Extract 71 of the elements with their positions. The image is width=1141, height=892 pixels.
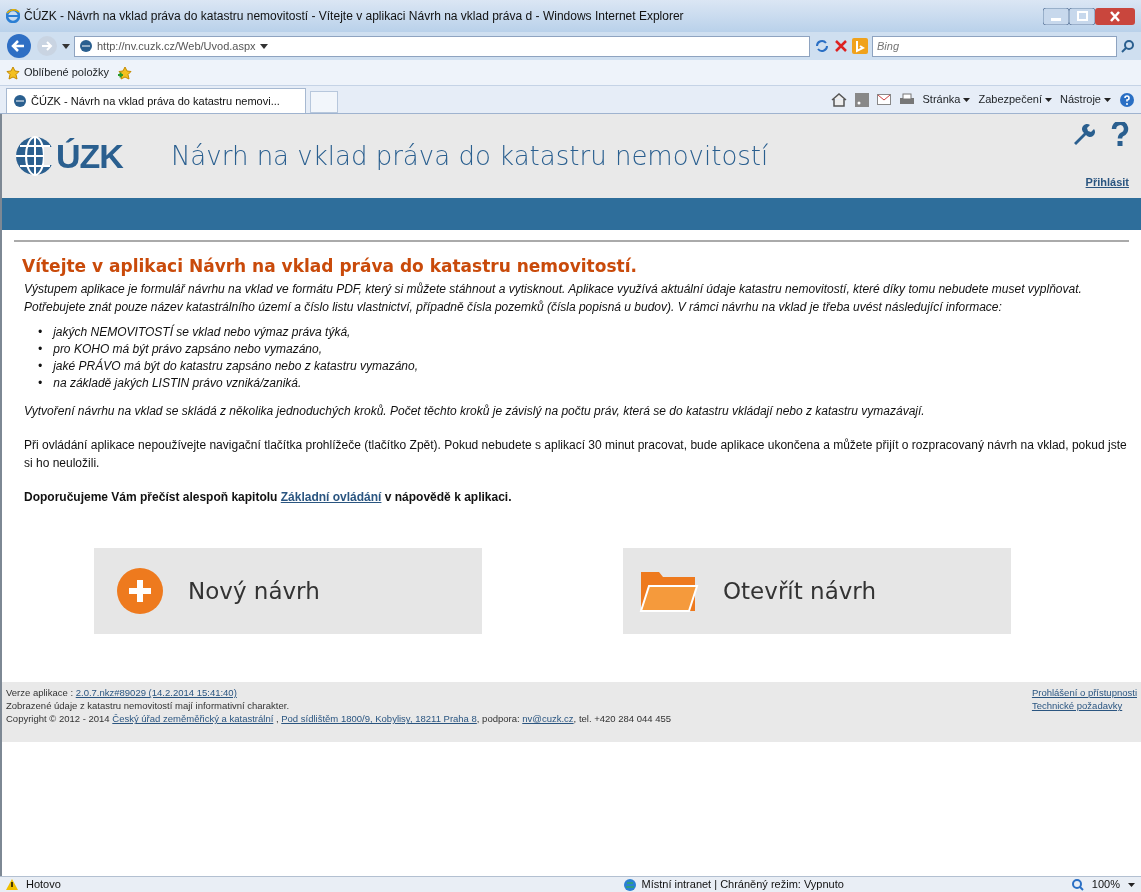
menu-button[interactable]: Nástroje (1060, 91, 1111, 108)
search-field[interactable]: Bing (872, 35, 1117, 57)
recommendation-paragraph: Doporučujeme Vám přečíst alespoň kapitolu Základní ovládání v nápovědě k aplikaci. (24, 489, 513, 507)
zoom-level[interactable]: 100% (1091, 876, 1120, 892)
warning-icon (6, 879, 18, 890)
caret-icon (963, 98, 971, 103)
security-zone-text: Místní intranet | Chráněný režim: Vypnuto (641, 877, 844, 892)
footer-link[interactable]: Pod sídlištěm 1800/9, Kobylisy, 18211 Praha 8 (281, 713, 477, 725)
stop-icon[interactable] (834, 39, 848, 53)
star-icon (6, 65, 20, 80)
bullet-item: pro KOHO má být právo zapsáno nebo vymazáno, (53, 341, 323, 358)
menu-button[interactable]: Stránka (922, 91, 971, 108)
menu-button[interactable]: Zabezpečení (978, 91, 1053, 108)
steps-paragraph: Vytvoření návrhu na vklad se skládá z několika jednoduchých kroků. Počet těchto kroků je závislý na počtu práv, která se do katastru vkládají nebo z katastru vymazávají. (24, 403, 926, 421)
dropdown-icon[interactable] (62, 43, 70, 49)
action-button[interactable]: Otevřít návrh (623, 548, 1011, 635)
add-favorite-icon[interactable] (117, 65, 133, 80)
bullet-item: jaké PRÁVO má být do katastru zapsáno nebo z katastru vymazáno, (53, 358, 420, 376)
footer-text: , podpora: (476, 713, 521, 725)
minimize-button[interactable] (1043, 7, 1069, 25)
caret-icon (1104, 98, 1111, 103)
login-link[interactable]: Přihlásit (1085, 173, 1129, 190)
favorites-button[interactable]: Oblíbené položky (6, 64, 109, 81)
bullet-marker: • (38, 358, 44, 376)
browser-logo-icon (6, 9, 20, 23)
footer-link[interactable]: Technické požadavky (1031, 699, 1137, 713)
caret-icon[interactable] (1128, 882, 1135, 887)
footer-text: Copyright © 2012 - 2014 (6, 713, 111, 725)
site-icon (79, 39, 93, 53)
bullet-item: jakých NEMOVITOSTÍ se vklad nebo výmaz práva týká, (53, 324, 352, 342)
mail-icon[interactable] (876, 94, 891, 105)
welcome-heading: Vítejte v aplikaci Návrh na vklad práva do katastru nemovitostí. (22, 256, 638, 277)
window-title: ČÚZK - Návrh na vklad práva do katastru nemovitostí - Vítejte v aplikaci Návrh na vklad práva d - Windows Internet Explorer (24, 7, 684, 25)
magnifier-icon[interactable] (1071, 878, 1084, 891)
back-button[interactable] (6, 33, 32, 59)
home-icon[interactable] (830, 92, 847, 107)
globe-icon (623, 877, 638, 892)
status-text: Hotovo (26, 877, 61, 892)
caret-icon (1045, 98, 1053, 103)
search-icon[interactable] (1121, 39, 1135, 53)
help-icon[interactable] (1119, 91, 1135, 108)
help-link[interactable]: Základní ovládání (280, 490, 382, 505)
footer-text: , tel. +420 284 044 455 (573, 713, 672, 725)
bullet-marker: • (38, 324, 44, 342)
address-field[interactable]: http://nv.cuzk.cz/Web/Uvod.aspx (74, 35, 810, 57)
bullet-marker: • (38, 341, 44, 359)
search-engine-icon (852, 38, 868, 54)
browser-tab[interactable]: ČÚZK - Návrh na vklad práva do katastru nemovi... (6, 88, 306, 113)
bullet-item: na základě jakých LISTIN právo vzniká/zaniká. (53, 375, 303, 393)
help-icon[interactable] (1111, 122, 1129, 146)
footer-link[interactable]: nv@cuzk.cz (522, 713, 574, 725)
globe-icon (14, 135, 56, 177)
intro-paragraph: Výstupem aplikace je formulář návrhu na vklad ve formátu PDF, který si můžete stáhnout a vytisknout. Aplikace využívá aktuální údaje katastru nemovitostí, které díky tomu nebudete muset vyplňovat. Potřebujete znát pouze název katastrálního území a číslo listu vlastnictví, případně čísla pozemků (čísla popisná u budov). V rámci návrhu na vklad je třeba uvést následující informace: (24, 281, 1083, 317)
footer-text: Verze aplikace : (6, 687, 75, 699)
maximize-button[interactable] (1069, 7, 1095, 25)
plus-circle-icon (116, 567, 164, 616)
dropdown-icon[interactable] (259, 43, 268, 49)
bullet-marker: • (38, 375, 44, 393)
action-button[interactable]: Nový návrh (94, 548, 482, 635)
app-title: Návrh na vklad práva do katastru nemovitostí (170, 139, 769, 173)
footer-text: , (274, 713, 280, 725)
close-button[interactable] (1095, 7, 1135, 25)
site-icon (13, 94, 27, 108)
footer-link[interactable]: Prohlášení o přístupnosti (1031, 686, 1137, 700)
footer-text: Zobrazené údaje z katastru nemovitostí mají informativní charakter. (6, 700, 290, 712)
logo-text: ÚZK (56, 135, 123, 177)
printer-icon[interactable] (898, 92, 915, 107)
refresh-icon[interactable] (814, 38, 830, 54)
footer-link[interactable]: 2.0.7.nkz#89029 (14.2.2014 15:41:40) (75, 687, 237, 699)
warning-paragraph: Při ovládání aplikace nepoužívejte navigační tlačítka prohlížeče (tlačítko Zpět). Pokud nebudete s aplikací 30 minut pracovat, bude aplikace ukončena a můžete přijít o rozpracovaný návrh na vklad, pokud jste si ho neuložili. (24, 437, 1127, 473)
footer-link[interactable]: Český úřad zeměměřický a katastrální (112, 713, 274, 725)
